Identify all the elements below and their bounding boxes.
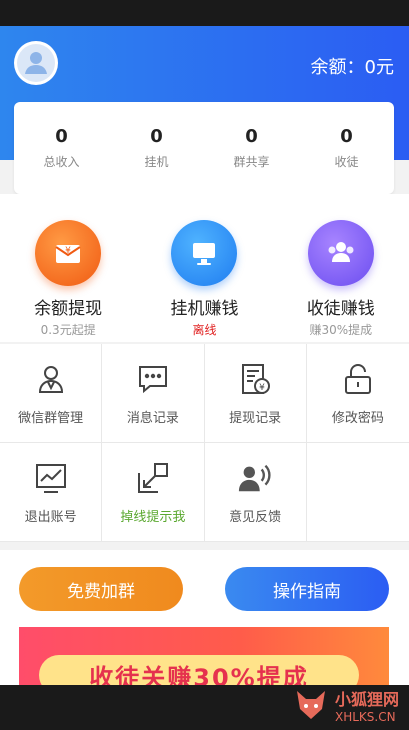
balance-label: 余额：0元 — [310, 57, 394, 78]
feature-withdraw[interactable]: ¥ 余额提现 0.3元起提 — [8, 220, 128, 338]
actions-section: 免费加群 操作指南 收徒关赚30%提成 — [0, 550, 409, 685]
chart-icon — [33, 460, 69, 496]
menu-grid: 微信群管理 消息记录 ¥ 提现记录 修改密码 退出账号 掉线提示我 意见反馈 — [0, 344, 409, 542]
watermark: 小狐狸网 XHLKS.CN — [293, 686, 399, 724]
banner-text: 收徒关赚30%提成 — [39, 655, 359, 685]
stat-hangup[interactable]: 0 挂机 — [117, 126, 197, 170]
feature-status: 离线 — [192, 323, 217, 337]
promo-banner[interactable]: 收徒关赚30%提成 — [19, 627, 389, 685]
stat-value: 0 — [340, 126, 353, 147]
menu-label: 消息记录 — [126, 410, 179, 426]
guide-button[interactable]: 操作指南 — [225, 567, 389, 611]
join-group-button[interactable]: 免费加群 — [19, 567, 183, 611]
feature-apprentice[interactable]: 收徒赚钱 赚30%提成 — [281, 220, 401, 338]
expand-icon — [135, 460, 171, 496]
lock-icon — [340, 361, 376, 397]
menu-label: 提现记录 — [229, 410, 282, 426]
feature-sub: 0.3元起提 — [40, 323, 96, 337]
stat-label: 总收入 — [43, 155, 80, 169]
status-bar — [0, 0, 409, 26]
menu-offline-alert[interactable]: 掉线提示我 — [102, 443, 205, 542]
avatar[interactable] — [14, 41, 58, 85]
feature-sub: 赚30%提成 — [309, 323, 373, 337]
users-icon — [307, 220, 374, 286]
stat-label: 挂机 — [144, 155, 169, 169]
menu-label: 退出账号 — [24, 509, 77, 525]
menu-withdraw-records[interactable]: ¥ 提现记录 — [204, 344, 307, 443]
watermark-cn: 小狐狸网 — [334, 690, 399, 709]
stat-apprentice[interactable]: 0 收徒 — [307, 126, 387, 170]
group-icon — [33, 361, 69, 397]
feature-title: 挂机赚钱 — [170, 299, 239, 319]
menu-label: 修改密码 — [331, 410, 384, 426]
monitor-icon — [171, 220, 238, 286]
svg-text:¥: ¥ — [65, 246, 71, 256]
feature-title: 收徒赚钱 — [306, 299, 375, 319]
watermark-en: XHLKS.CN — [334, 710, 396, 724]
fox-logo-icon — [296, 691, 325, 719]
stat-label: 群共享 — [233, 155, 270, 169]
stat-group-share[interactable]: 0 群共享 — [212, 126, 292, 170]
menu-label: 意见反馈 — [229, 509, 282, 525]
stat-value: 0 — [245, 126, 258, 147]
menu-change-password[interactable]: 修改密码 — [306, 344, 409, 443]
menu-wechat-group[interactable]: 微信群管理 — [0, 344, 103, 443]
stat-label: 收徒 — [334, 155, 359, 169]
menu-feedback[interactable]: 意见反馈 — [204, 443, 307, 542]
menu-label: 掉线提示我 — [120, 509, 186, 525]
feature-hangup[interactable]: 挂机赚钱 离线 — [144, 220, 264, 338]
wallet-icon: ¥ — [35, 220, 102, 286]
feature-title: 余额提现 — [34, 299, 103, 319]
svg-text:¥: ¥ — [259, 383, 265, 393]
menu-empty-cell — [306, 443, 409, 542]
stat-value: 0 — [55, 126, 68, 147]
menu-messages[interactable]: 消息记录 — [102, 344, 205, 443]
user-icon — [17, 44, 55, 82]
receipt-icon: ¥ — [237, 361, 273, 397]
menu-logout[interactable]: 退出账号 — [0, 443, 103, 542]
stat-total-income[interactable]: 0 总收入 — [22, 126, 102, 170]
message-icon — [135, 361, 171, 397]
stats-card: 0 总收入 0 挂机 0 群共享 0 收徒 — [14, 102, 394, 194]
feature-row: ¥ 余额提现 0.3元起提 挂机赚钱 离线 收徒赚钱 赚30%提成 — [0, 194, 409, 342]
menu-label: 微信群管理 — [18, 410, 84, 426]
stat-value: 0 — [150, 126, 163, 147]
feedback-icon — [237, 460, 273, 496]
